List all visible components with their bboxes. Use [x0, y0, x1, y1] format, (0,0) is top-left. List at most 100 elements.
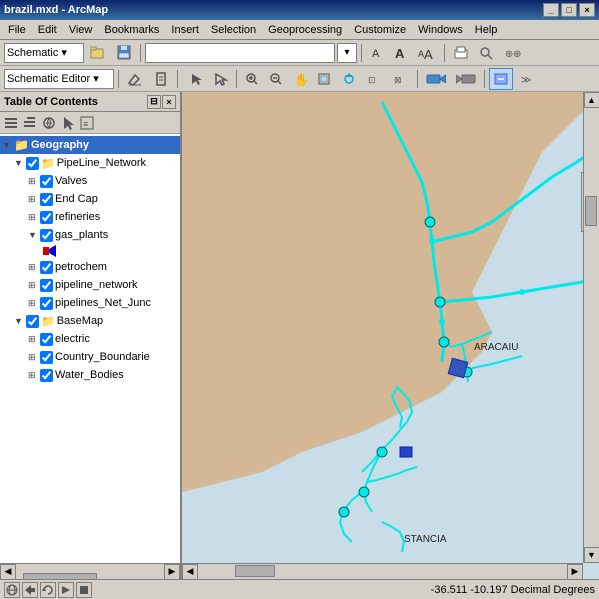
tb-refresh[interactable]: [337, 68, 361, 90]
checkbox-refineries[interactable]: [40, 211, 53, 224]
toolbar-btn-zoom2[interactable]: ⊕ ⊕: [501, 42, 527, 64]
toc-item-water[interactable]: ⊞ Water_Bodies: [0, 366, 180, 384]
checkbox-endcap[interactable]: [40, 193, 53, 206]
toc-item-pipelines-junc[interactable]: ⊞ pipelines_Net_Junc: [0, 294, 180, 312]
toc-item-petrochem[interactable]: ⊞ petrochem: [0, 258, 180, 276]
map-scroll-left-btn[interactable]: ◀: [182, 564, 198, 580]
toc-group-basemap[interactable]: ▼ 📁 BaseMap: [0, 312, 180, 330]
schematic-search-input[interactable]: [145, 43, 335, 63]
toc-item-electric[interactable]: ⊞ electric: [0, 330, 180, 348]
toc-select-btn[interactable]: [59, 114, 77, 132]
checkbox-pipjunc[interactable]: [40, 297, 53, 310]
map-scroll-thumb-h[interactable]: [235, 565, 275, 577]
map-scrollbar-v[interactable]: ▲ ▼: [583, 92, 599, 563]
tb-pan[interactable]: ✋: [289, 68, 311, 90]
window-controls[interactable]: _ □ ×: [543, 3, 595, 17]
map-scroll-up-btn[interactable]: ▲: [584, 92, 599, 108]
menu-help[interactable]: Help: [469, 22, 504, 38]
expand-icon-water[interactable]: ⊞: [28, 370, 38, 381]
toolbar-btn-print[interactable]: [449, 42, 473, 64]
expand-icon-pipeline[interactable]: ▼: [14, 158, 24, 168]
menu-geoprocessing[interactable]: Geoprocessing: [262, 22, 348, 38]
menu-file[interactable]: File: [2, 22, 32, 38]
toolbar-open-btn[interactable]: [86, 42, 110, 64]
checkbox-basemap[interactable]: [26, 315, 39, 328]
toc-group-pipeline-network[interactable]: ▼ 📁 PipeLine_Network: [0, 154, 180, 172]
toc-tree-btn[interactable]: [21, 114, 39, 132]
toolbar-btn-a1[interactable]: A: [366, 42, 388, 64]
map-canvas[interactable]: ARACAIU STANCIA: [182, 92, 599, 579]
toc-scroll-right-btn[interactable]: ▶: [164, 564, 180, 580]
tb-extent2[interactable]: ⊠: [389, 68, 413, 90]
tb-active[interactable]: [489, 68, 513, 90]
menu-windows[interactable]: Windows: [412, 22, 469, 38]
toc-item-valves[interactable]: ⊞ Valves: [0, 172, 180, 190]
menu-view[interactable]: View: [63, 22, 99, 38]
tb-more[interactable]: ≫: [515, 68, 535, 90]
map-scroll-thumb-v[interactable]: [585, 196, 597, 226]
toc-item-refineries[interactable]: ⊞ refineries: [0, 208, 180, 226]
expand-icon-refineries[interactable]: ⊞: [28, 212, 38, 223]
schematic-dropdown[interactable]: Schematic ▾: [4, 43, 84, 63]
checkbox-pipeline-network[interactable]: [26, 157, 39, 170]
checkbox-valves[interactable]: [40, 175, 53, 188]
close-button[interactable]: ×: [579, 3, 595, 17]
expand-icon-valves[interactable]: ⊞: [28, 176, 38, 187]
maximize-button[interactable]: □: [561, 3, 577, 17]
menu-selection[interactable]: Selection: [205, 22, 262, 38]
status-icon-globe[interactable]: [4, 582, 20, 598]
checkbox-petrochem[interactable]: [40, 261, 53, 274]
toc-item-endcap[interactable]: ⊞ End Cap: [0, 190, 180, 208]
expand-icon-petrochem[interactable]: ⊞: [28, 262, 38, 273]
tb-back[interactable]: [422, 68, 450, 90]
toc-source-btn[interactable]: [40, 114, 58, 132]
toc-scroll-thumb-h[interactable]: [23, 573, 97, 580]
expand-icon-geography[interactable]: ▼: [2, 140, 12, 150]
expand-icon-pipeline2[interactable]: ⊞: [28, 280, 38, 291]
tb-full-extent[interactable]: [313, 68, 335, 90]
checkbox-country[interactable]: [40, 351, 53, 364]
expand-icon-gasplants[interactable]: ▼: [28, 230, 38, 240]
toolbar-btn-zoom[interactable]: [475, 42, 499, 64]
toc-group-geography[interactable]: ▼ 📁 Geography: [0, 136, 180, 154]
tb-extent1[interactable]: ⊡: [363, 68, 387, 90]
expand-icon-endcap[interactable]: ⊞: [28, 194, 38, 205]
toolbar-btn-a2[interactable]: A: [390, 42, 412, 64]
tb-select[interactable]: [186, 68, 208, 90]
tb-forward[interactable]: [452, 68, 480, 90]
status-icon-stop[interactable]: [76, 582, 92, 598]
map-scroll-right-btn[interactable]: ▶: [567, 564, 583, 580]
status-icon-arrow[interactable]: [22, 582, 38, 598]
toc-item-pipeline-network2[interactable]: ⊞ pipeline_network: [0, 276, 180, 294]
toc-item-country[interactable]: ⊞ Country_Boundarie: [0, 348, 180, 366]
status-icon-play[interactable]: [58, 582, 74, 598]
menu-bookmarks[interactable]: Bookmarks: [98, 22, 165, 38]
minimize-button[interactable]: _: [543, 3, 559, 17]
toc-list-btn[interactable]: [2, 114, 20, 132]
toc-item-gasplants[interactable]: ▼ gas_plants: [0, 226, 180, 244]
tb-zoom-out[interactable]: [265, 68, 287, 90]
toolbar-edit-btn2[interactable]: [149, 68, 173, 90]
toc-options-btn[interactable]: ≡: [78, 114, 96, 132]
toolbar-edit-btn1[interactable]: [123, 68, 147, 90]
checkbox-water[interactable]: [40, 369, 53, 382]
toc-scroll-left-btn[interactable]: ◀: [0, 564, 16, 580]
schematic-filter-dropdown[interactable]: ▾: [337, 43, 357, 63]
checkbox-electric[interactable]: [40, 333, 53, 346]
expand-icon-basemap[interactable]: ▼: [14, 316, 24, 326]
toolbar-btn-a3[interactable]: AA: [414, 42, 440, 64]
toc-header-controls[interactable]: ⊟ ×: [147, 95, 176, 109]
expand-icon-electric[interactable]: ⊞: [28, 334, 38, 345]
toc-scrollbar-h[interactable]: ◀ ▶: [0, 563, 180, 579]
map-area[interactable]: ARACAIU STANCIA Search ▲ ▼ ◀ ▶: [182, 92, 599, 579]
checkbox-pipeline-network2[interactable]: [40, 279, 53, 292]
toc-close-btn[interactable]: ×: [162, 95, 176, 109]
menu-customize[interactable]: Customize: [348, 22, 412, 38]
checkbox-gasplants[interactable]: [40, 229, 53, 242]
map-scroll-down-btn[interactable]: ▼: [584, 547, 599, 563]
tb-zoom-in[interactable]: [241, 68, 263, 90]
tb-edit2[interactable]: [210, 68, 232, 90]
menu-insert[interactable]: Insert: [165, 22, 205, 38]
expand-icon-country[interactable]: ⊞: [28, 352, 38, 363]
map-scrollbar-h[interactable]: ◀ ▶: [182, 563, 583, 579]
